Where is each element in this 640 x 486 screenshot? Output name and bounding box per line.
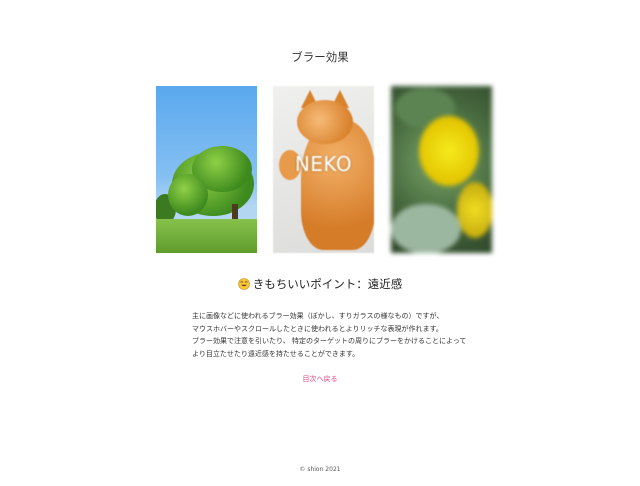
smiling-face-emoji-icon bbox=[237, 278, 250, 290]
flower-blossom bbox=[457, 182, 492, 238]
footer-copyright: © shion 2021 bbox=[299, 466, 341, 473]
leaf-shape bbox=[391, 204, 461, 253]
cat-head bbox=[297, 100, 353, 144]
cat-image-card[interactable]: NEKO bbox=[273, 86, 374, 253]
tree-image-card[interactable] bbox=[156, 86, 257, 253]
description-line: マウスホバーやスクロールしたときに使われるとよりリッチな表現が作れます。 bbox=[192, 324, 443, 333]
description-text: 主に画像などに使われるブラー効果（ぼかし、すりガラスの様なもの）ですが、 マウス… bbox=[192, 310, 512, 361]
grass-ground bbox=[156, 219, 257, 253]
description-line: 主に画像などに使われるブラー効果（ぼかし、すりガラスの様なもの）ですが、 bbox=[192, 312, 444, 320]
flower-blossom bbox=[419, 116, 479, 186]
back-to-index-link[interactable]: 目次へ戻る bbox=[0, 374, 640, 384]
tree-crown bbox=[168, 174, 208, 216]
page-title: ブラー効果 bbox=[291, 50, 349, 64]
description-line: より目立たせたり遠近感を持たせることができます。 bbox=[192, 350, 360, 359]
flower-image-card[interactable] bbox=[391, 86, 492, 253]
point-heading: きもちいいポイント：遠近感 bbox=[0, 276, 640, 292]
point-heading-text: きもちいいポイント：遠近感 bbox=[252, 277, 403, 291]
image-gallery: NEKO bbox=[156, 86, 492, 253]
cat-caption: NEKO bbox=[294, 152, 353, 176]
description-line: ブラー効果で注意を引いたり、 特定のターゲットの周りにブラーをかけることによって bbox=[192, 337, 467, 346]
